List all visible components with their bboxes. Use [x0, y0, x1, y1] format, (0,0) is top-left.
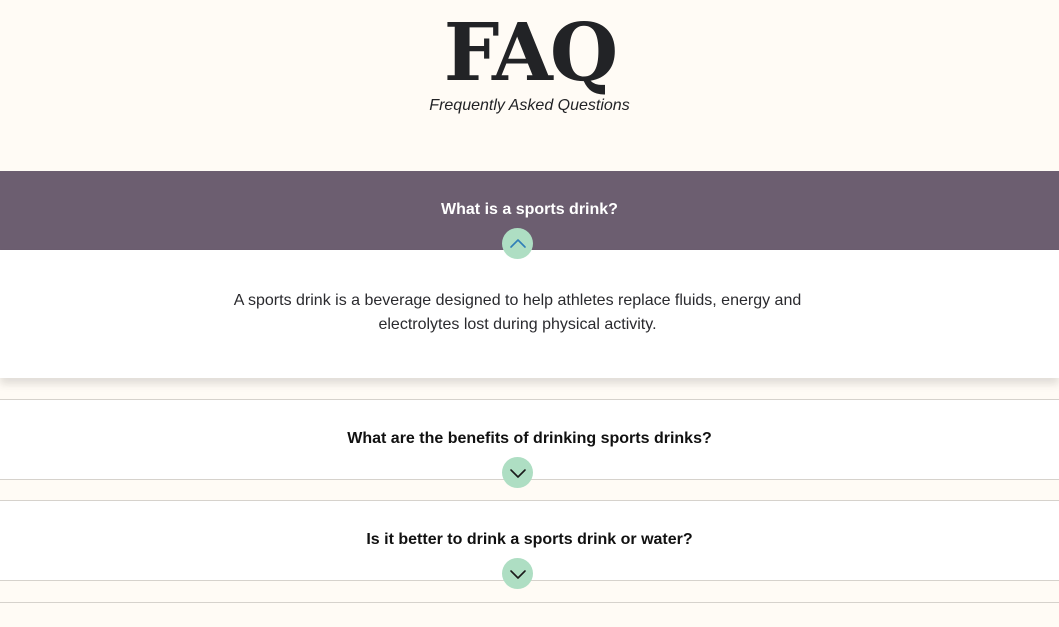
divider: [0, 602, 1059, 603]
faq-question-3-label: Is it better to drink a sports drink or …: [366, 530, 693, 548]
faq-toggle-2[interactable]: [502, 457, 533, 488]
chevron-down-icon: [509, 569, 526, 579]
faq-toggle-3[interactable]: [502, 558, 533, 589]
faq-toggle-1[interactable]: [502, 228, 533, 259]
faq-question-2-label: What are the benefits of drinking sports…: [347, 429, 712, 447]
page-subtitle: Frequently Asked Questions: [429, 97, 630, 114]
chevron-down-icon: [509, 468, 526, 478]
faq-page: FAQ Frequently Asked Questions What is a…: [0, 0, 1059, 627]
chevron-up-icon: [509, 238, 526, 248]
faq-header: FAQ Frequently Asked Questions: [0, 0, 1059, 171]
faq-answer-1-text: A sports drink is a beverage designed to…: [233, 292, 802, 333]
faq-answer-1: A sports drink is a beverage designed to…: [0, 250, 1059, 378]
page-title: FAQ: [443, 5, 618, 99]
faq-question-1-label: What is a sports drink?: [441, 200, 618, 218]
